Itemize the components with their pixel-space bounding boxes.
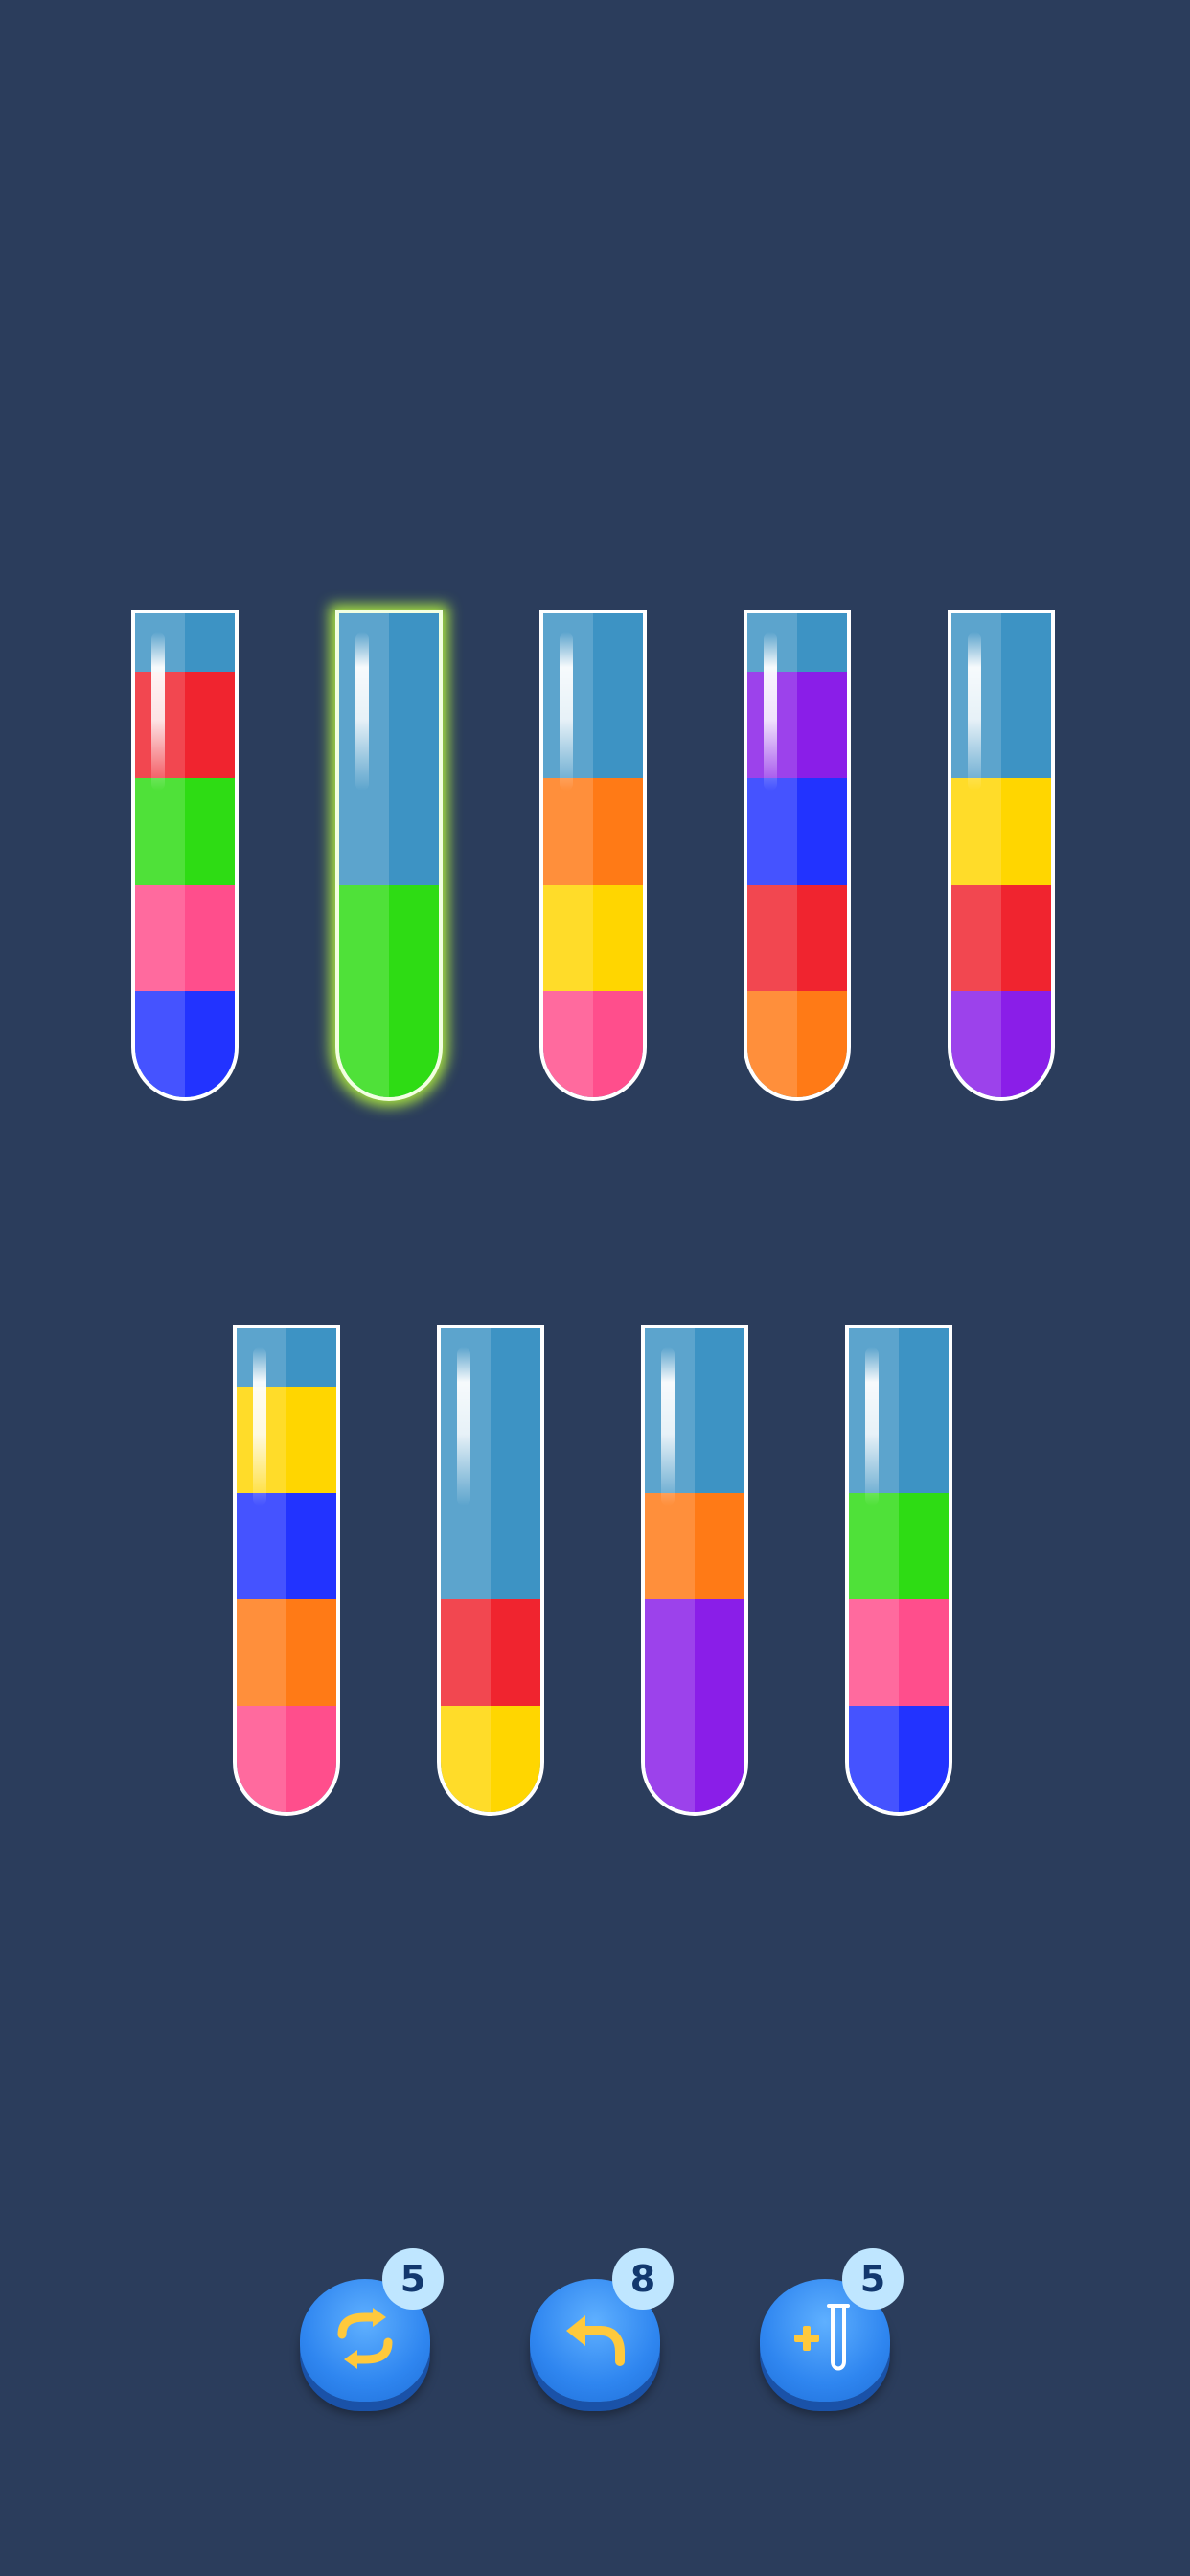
tube-2[interactable] [335,610,443,1101]
liquid-layer-red [135,672,235,778]
liquid-layer-pink [237,1706,336,1812]
shuffle-count-badge: 5 [382,2248,444,2310]
liquid-layer-purple [951,991,1051,1097]
liquid-layer-green [135,778,235,885]
liquid-layer-yellow [237,1387,336,1493]
tube-4[interactable] [744,610,851,1101]
tube-empty-space [849,1328,949,1493]
liquid-layer-pink [849,1599,949,1706]
tube-empty-space [441,1328,540,1599]
liquid-layer-red [951,885,1051,991]
liquid-layer-purple [645,1599,744,1706]
tube-1[interactable] [131,610,239,1101]
tube-9[interactable] [845,1325,952,1816]
tube-5[interactable] [948,610,1055,1101]
liquid-layer-pink [135,885,235,991]
add-tube-button[interactable]: 5 [760,2248,904,2409]
tube-8[interactable] [641,1325,748,1816]
liquid-layer-yellow [951,778,1051,885]
liquid-layer-green [339,885,439,991]
liquid-layer-yellow [543,885,643,991]
liquid-layer-orange [747,991,847,1097]
add-tube-icon [794,2304,850,2371]
undo-icon [566,2315,625,2366]
liquid-layer-orange [237,1599,336,1706]
liquid-layer-purple [645,1706,744,1812]
liquid-layer-blue [237,1493,336,1599]
tube-empty-space [135,613,235,672]
tube-empty-space [951,613,1051,778]
liquid-layer-red [441,1599,540,1706]
tube-empty-space [339,613,439,885]
liquid-layer-orange [645,1493,744,1599]
liquid-layer-yellow [441,1706,540,1812]
liquid-layer-pink [543,991,643,1097]
liquid-layer-orange [543,778,643,885]
add-tube-count-badge: 5 [842,2248,904,2310]
tube-empty-space [237,1328,336,1387]
liquid-layer-red [747,885,847,991]
tube-empty-space [747,613,847,672]
liquid-layer-blue [135,991,235,1097]
game-board: 5 8 5 [0,0,1190,2576]
liquid-layer-purple [747,672,847,778]
shuffle-button[interactable]: 5 [300,2248,444,2409]
tube-3[interactable] [539,610,647,1101]
undo-count-badge: 8 [612,2248,674,2310]
tube-7[interactable] [437,1325,544,1816]
liquid-layer-green [849,1493,949,1599]
tube-empty-space [543,613,643,778]
liquid-layer-green [339,991,439,1097]
liquid-layer-blue [849,1706,949,1812]
tube-6[interactable] [233,1325,340,1816]
tube-empty-space [645,1328,744,1493]
undo-button[interactable]: 8 [530,2248,674,2409]
shuffle-icon [337,2308,393,2369]
liquid-layer-blue [747,778,847,885]
